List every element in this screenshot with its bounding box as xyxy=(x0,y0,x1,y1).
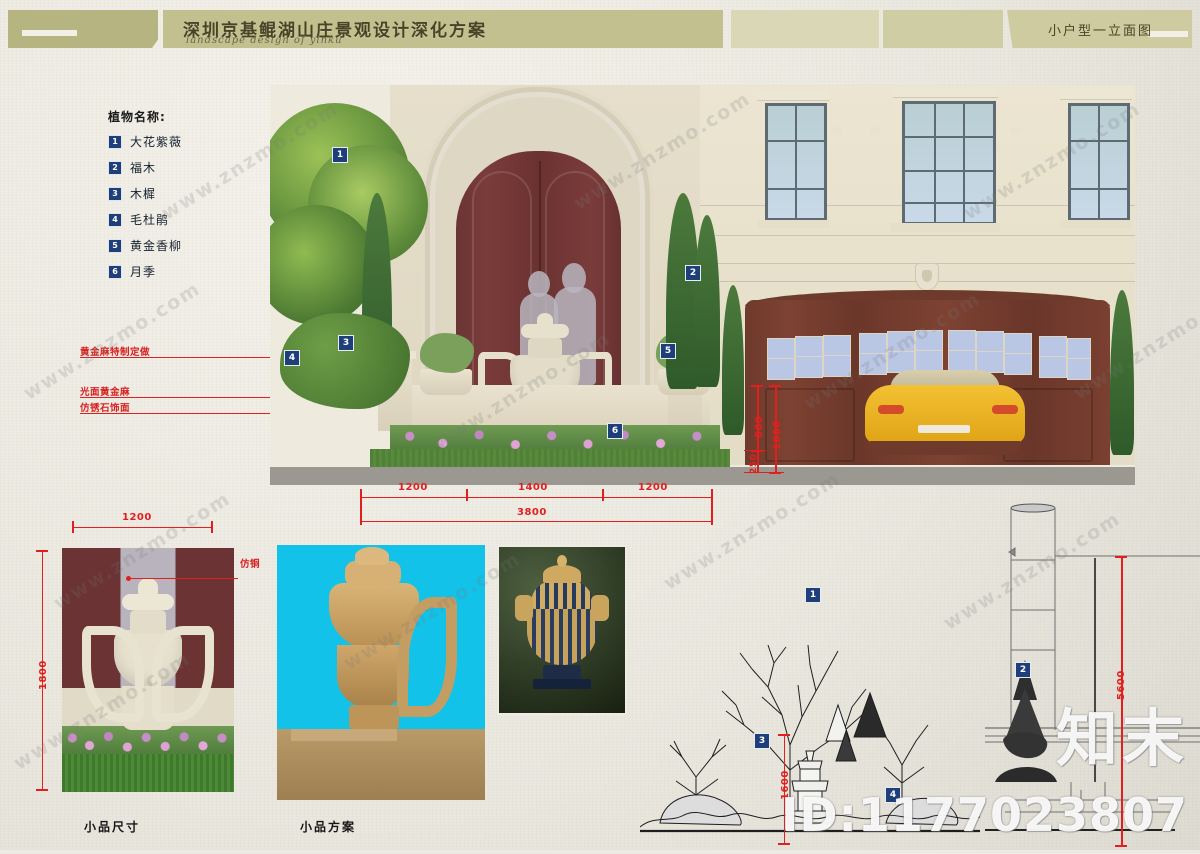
ornament-width-1200: 1200 xyxy=(122,512,152,523)
legend-marker: 6 xyxy=(108,264,122,279)
material-note-3: 仿锈石饰面 xyxy=(80,403,131,414)
window-sill-1 xyxy=(757,220,829,228)
window-head-1 xyxy=(757,90,829,100)
ornament-size-caption: 小品尺寸 xyxy=(84,820,141,834)
ornament-size-photo xyxy=(62,548,234,792)
car-body xyxy=(865,385,1025,443)
urn-photo-finial xyxy=(138,578,158,596)
marker-2: 2 xyxy=(685,265,701,281)
bronze-note: 仿铜 xyxy=(240,559,261,570)
upper-window-1 xyxy=(765,103,827,221)
ornament-height-1800: 1800 xyxy=(38,660,49,690)
legend-label: 大花紫薇 xyxy=(130,135,183,149)
urn-photo-cap xyxy=(122,594,174,610)
car-shadow xyxy=(870,441,1020,455)
title-bar-band-2 xyxy=(731,10,879,48)
op1-width-dim-line xyxy=(72,527,212,529)
watermark-brand: 知末 xyxy=(1055,702,1188,775)
material-note-2: 光面黄金麻 xyxy=(80,387,131,398)
planter-left xyxy=(420,369,472,395)
urn-photo-neck xyxy=(130,610,166,634)
title-bar: 深圳京基鲲湖山庄景观设计深化方案 landscape design of yin… xyxy=(8,10,1192,48)
legend-label: 黄金香柳 xyxy=(130,239,183,253)
list-item: 1 大花紫薇 xyxy=(108,133,228,150)
car-taillight-right xyxy=(992,405,1018,414)
car-taillight-left xyxy=(878,405,904,414)
legend-marker: 3 xyxy=(108,186,122,201)
sketch-marker-3: 3 xyxy=(754,733,770,749)
dim-total-line xyxy=(360,521,712,523)
window-head-2 xyxy=(893,87,998,97)
main-elevation-render: 1 2 3 4 5 6 xyxy=(270,85,1135,485)
right-drawing-marker-2: 2 xyxy=(1015,662,1031,678)
bronze-leader-dot xyxy=(126,576,131,581)
legend-label: 毛杜鹃 xyxy=(130,213,170,227)
urn-finial xyxy=(537,313,553,327)
vert-dim-800: 800 xyxy=(754,415,765,438)
dim-chain-line xyxy=(360,497,712,499)
upper-window-3 xyxy=(1068,103,1130,221)
bronze-leader-line xyxy=(128,578,238,580)
wall-crest-emblem xyxy=(915,263,939,291)
material-note-1: 黄金麻特制定做 xyxy=(80,347,151,358)
dim-1400-center: 1400 xyxy=(518,482,548,493)
marker-4: 4 xyxy=(284,350,300,366)
window-sill-3 xyxy=(1060,220,1132,228)
marker-5: 5 xyxy=(660,343,676,359)
legend-marker: 4 xyxy=(108,212,122,227)
plant-legend: 植物名称: 1 大花紫薇 2 福木 3 木樨 4 毛杜鹃 5 黄金香柳 6 月季 xyxy=(108,108,228,289)
title-bar-tab-left xyxy=(8,10,158,48)
ornament-photo-finial xyxy=(277,545,485,800)
list-item: 5 黄金香柳 xyxy=(108,237,228,254)
marker-3: 3 xyxy=(338,335,354,351)
ornament-scheme-caption: 小品方案 xyxy=(300,820,357,834)
sketch-marker-1: 1 xyxy=(805,587,821,603)
project-subtitle: landscape design of yinku xyxy=(186,35,343,46)
list-item: 4 毛杜鹃 xyxy=(108,211,228,228)
marker-1: 1 xyxy=(332,147,348,163)
dim-total-3800: 3800 xyxy=(517,507,547,518)
list-item: 6 月季 xyxy=(108,263,228,280)
plant-legend-title: 植物名称: xyxy=(108,110,166,124)
planter-shrub-left xyxy=(420,333,474,373)
ornament-photo-bronze-urn xyxy=(497,545,627,715)
window-sill-2 xyxy=(890,223,1000,232)
vert-dim-250: 250 xyxy=(749,453,759,474)
car-license-plate xyxy=(918,425,970,433)
legend-label: 木樨 xyxy=(130,187,157,201)
watermark-id: ID:1177023807 xyxy=(781,788,1188,842)
legend-label: 福木 xyxy=(130,161,157,175)
list-item: 3 木樨 xyxy=(108,185,228,202)
sheet-title: 小户型一立面图 xyxy=(1048,24,1154,39)
legend-marker: 5 xyxy=(108,238,122,253)
list-item: 2 福木 xyxy=(108,159,228,176)
vert-dim-1000: 1000 xyxy=(772,420,783,450)
title-bar-band-3 xyxy=(883,10,1003,48)
window-head-3 xyxy=(1060,89,1132,99)
upper-window-2 xyxy=(902,101,996,225)
marker-6: 6 xyxy=(607,423,623,439)
urn-neck xyxy=(528,338,562,358)
legend-marker: 2 xyxy=(108,160,122,175)
dim-1200-left: 1200 xyxy=(398,482,428,493)
dim-1200-right: 1200 xyxy=(638,482,668,493)
legend-label: 月季 xyxy=(130,265,157,279)
legend-marker: 1 xyxy=(108,134,122,149)
